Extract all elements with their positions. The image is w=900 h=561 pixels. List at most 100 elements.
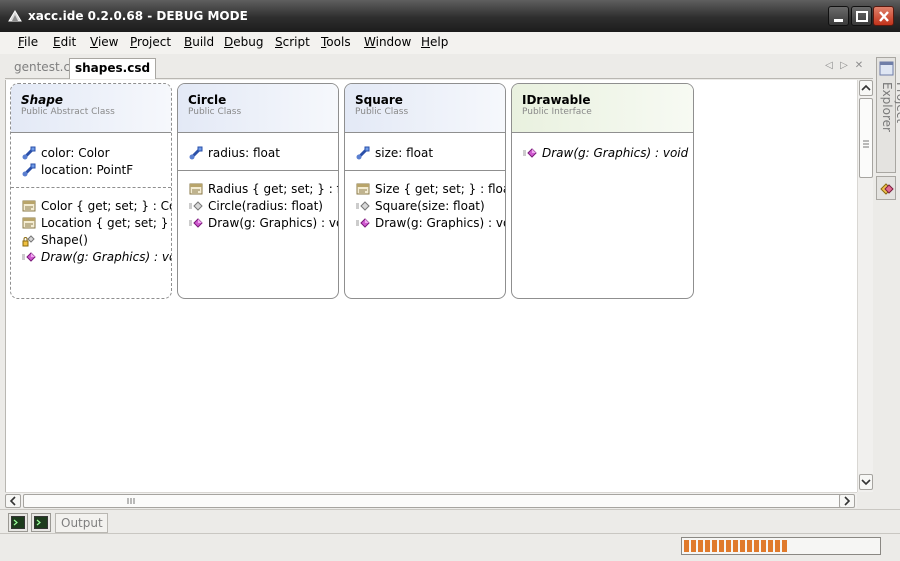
class-box-square[interactable]: Square Public Class size: float Size { ge… (344, 83, 506, 299)
menu-build[interactable]: Build (184, 35, 214, 49)
grip-icon (127, 498, 135, 504)
menu-mnemonic: E (53, 35, 61, 49)
horizontal-scrollbar[interactable] (5, 492, 857, 508)
property-icon (22, 217, 36, 229)
progress-segment (698, 540, 703, 552)
progress-segment (705, 540, 710, 552)
scroll-up-icon (861, 84, 871, 91)
console-button[interactable] (8, 513, 28, 532)
window-title: xacc.ide 0.2.0.68 - DEBUG MODE (28, 9, 248, 23)
progress-segment (740, 540, 745, 552)
tab-close-icon[interactable]: ✕ (853, 60, 865, 72)
field-icon (189, 146, 203, 160)
output-tab[interactable]: Output (55, 513, 108, 533)
close-icon (879, 11, 889, 22)
member-label: size: float (375, 146, 434, 160)
menu-label: iew (97, 35, 119, 49)
panel-icon (879, 61, 894, 76)
project-explorer-label: Project Explorer (880, 82, 900, 132)
member-label: Size { get; set; } : float (375, 182, 506, 196)
vertical-scrollbar[interactable] (857, 80, 873, 492)
field-icon (22, 163, 36, 177)
minimize-icon (834, 19, 843, 22)
maximize-button[interactable] (851, 6, 872, 26)
project-explorer-tab[interactable]: Project Explorer (876, 57, 900, 173)
menu-label: uild (192, 35, 215, 49)
menu-project[interactable]: Project (130, 35, 171, 49)
menu-script[interactable]: Script (275, 35, 310, 49)
menu-mnemonic: W (364, 35, 376, 49)
member-label: Shape() (41, 233, 88, 247)
menu-help[interactable]: Help (421, 35, 448, 49)
progress-segment (733, 540, 738, 552)
console-button-2[interactable] (31, 513, 51, 532)
document-tab-strip: gentest.cs shapes.csd ◁ ▷ ✕ (5, 55, 873, 79)
class-header: Square Public Class (345, 84, 505, 133)
abstract-method-icon (22, 252, 36, 262)
maximize-icon (856, 11, 868, 22)
class-kind: Public Class (355, 107, 409, 117)
member-label: Square(size: float) (375, 199, 485, 213)
title-bar: xacc.ide 0.2.0.68 - DEBUG MODE (0, 0, 900, 32)
toolbox-tab[interactable] (876, 176, 896, 200)
class-name: Circle (188, 93, 227, 107)
tab-shapes[interactable]: shapes.csd (69, 58, 157, 79)
member-label: Radius { get; set; } : float (208, 182, 338, 196)
compartment-divider (345, 170, 505, 171)
menu-label: indow (375, 35, 412, 49)
console-icon (11, 516, 25, 529)
menu-mnemonic: P (130, 35, 138, 49)
menu-debug[interactable]: Debug (224, 35, 263, 49)
progress-segment (768, 540, 773, 552)
tab-scroll-right-icon[interactable]: ▷ (838, 60, 850, 72)
bottom-panel-bar: Output (0, 509, 900, 533)
interface-kind: Public Interface (522, 107, 592, 117)
scroll-up-button[interactable] (859, 80, 873, 96)
menu-edit[interactable]: Edit (53, 35, 76, 49)
menu-label: dit (60, 35, 77, 49)
side-panel: Project Explorer (875, 55, 900, 205)
member-label: radius: float (208, 146, 280, 160)
menu-mnemonic: H (421, 35, 431, 49)
interface-name: IDrawable (522, 93, 591, 107)
class-name: Shape (21, 93, 64, 107)
menu-label: elp (430, 35, 449, 49)
class-kind: Public Abstract Class (21, 107, 115, 117)
constructor-icon (356, 201, 370, 211)
progress-segment (726, 540, 731, 552)
vertical-scroll-thumb[interactable] (859, 98, 873, 178)
close-button[interactable] (873, 6, 894, 26)
menu-label: cript (282, 35, 310, 49)
member-label: Location { get; set; } : PointF (41, 216, 171, 230)
member-label: Circle(radius: float) (208, 199, 323, 213)
menu-tools[interactable]: Tools (321, 35, 351, 49)
menu-mnemonic: B (184, 35, 193, 49)
property-icon (356, 183, 370, 195)
menu-view[interactable]: View (90, 35, 118, 49)
progress-segment (712, 540, 717, 552)
menu-mnemonic: S (275, 35, 283, 49)
progress-segment (775, 540, 780, 552)
property-icon (189, 183, 203, 195)
class-box-shape[interactable]: Shape Public Abstract Class color: Color… (10, 83, 172, 299)
member-label: Color { get; set; } : Color (41, 199, 171, 213)
menu-label: ools (326, 35, 351, 49)
class-box-circle[interactable]: Circle Public Class radius: float Radius … (177, 83, 339, 299)
menu-bar: File Edit View Project Build Debug Script Tools… (0, 32, 900, 54)
scroll-right-icon (844, 496, 851, 506)
tab-label: gentest.cs (14, 60, 77, 74)
member-label: Draw(g: Graphics) : void (542, 146, 689, 160)
scroll-left-button[interactable] (5, 494, 21, 508)
scroll-down-button[interactable] (859, 474, 873, 490)
scroll-left-icon (9, 496, 16, 506)
member-label: location: PointF (41, 163, 134, 177)
menu-file[interactable]: File (18, 35, 38, 49)
minimize-button[interactable] (828, 6, 849, 26)
interface-box-idrawable[interactable]: IDrawable Public Interface Draw(g: Graph… (511, 83, 694, 299)
menu-label: ile (24, 35, 39, 49)
horizontal-scroll-thumb[interactable] (23, 494, 843, 508)
menu-window[interactable]: Window (364, 35, 411, 49)
progress-bar (681, 537, 881, 555)
scroll-right-button[interactable] (839, 494, 855, 508)
tab-scroll-left-icon[interactable]: ◁ (823, 60, 835, 72)
